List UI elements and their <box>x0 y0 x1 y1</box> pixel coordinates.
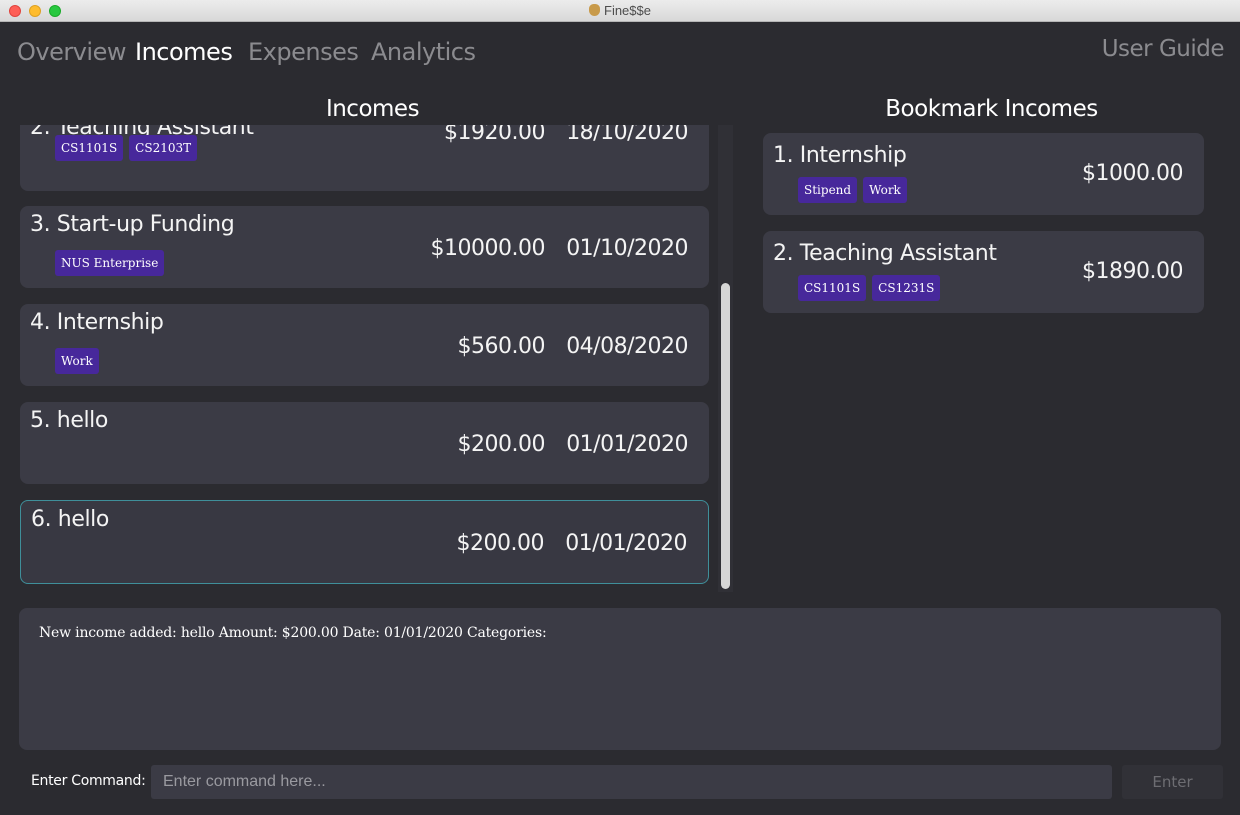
money-bag-icon <box>589 4 600 16</box>
income-name: 4. Internship <box>30 310 164 335</box>
income-amount: $1920.00 <box>444 125 545 145</box>
category-tag: Work <box>55 348 99 374</box>
income-tags: Work <box>55 348 99 374</box>
income-date: 01/01/2020 <box>566 432 688 457</box>
income-name: 6. hello <box>31 507 109 532</box>
income-amount: $200.00 <box>457 432 546 457</box>
window-title-text: Fine$$e <box>604 3 651 18</box>
incomes-scrollbar-thumb[interactable] <box>721 283 730 589</box>
tab-overview[interactable]: Overview <box>17 38 127 66</box>
bookmark-income-tags: CS1101S CS1231S <box>798 275 941 301</box>
income-date: 01/10/2020 <box>566 236 688 261</box>
bookmark-income-name: 1. Internship <box>773 143 907 168</box>
result-display: New income added: hello Amount: $200.00 … <box>19 608 1221 750</box>
bookmark-income-tags: Stipend Work <box>798 177 907 203</box>
title-bar: Fine$$e <box>0 0 1240 22</box>
category-tag: CS1231S <box>872 275 941 301</box>
category-tag: Work <box>863 177 907 203</box>
income-name: 3. Start-up Funding <box>30 212 235 237</box>
incomes-heading: Incomes <box>325 96 420 122</box>
category-tag: CS1101S <box>798 275 867 301</box>
income-tags: NUS Enterprise <box>55 250 165 276</box>
window-title: Fine$$e <box>0 3 1240 18</box>
income-card[interactable]: 5. hello $200.00 01/01/2020 <box>20 402 709 484</box>
result-message: New income added: hello Amount: $200.00 … <box>39 625 547 641</box>
enter-button[interactable]: Enter <box>1122 765 1223 799</box>
category-tag: Stipend <box>798 177 858 203</box>
income-name: 5. hello <box>30 408 108 433</box>
income-amount: $560.00 <box>457 334 546 359</box>
income-card-selected[interactable]: 6. hello $200.00 01/01/2020 <box>20 500 709 584</box>
income-card[interactable]: 2. Teaching Assistant CS1101S CS2103T $1… <box>20 125 709 191</box>
user-guide-button[interactable]: User Guide <box>1102 36 1225 62</box>
income-amount: $10000.00 <box>430 236 546 261</box>
income-card[interactable]: 4. Internship Work $560.00 04/08/2020 <box>20 304 709 386</box>
tab-analytics[interactable]: Analytics <box>371 38 476 66</box>
command-label: Enter Command: <box>31 773 146 789</box>
income-amount: $200.00 <box>456 531 545 556</box>
income-date: 18/10/2020 <box>566 125 688 145</box>
bookmark-income-amount: $1000.00 <box>1082 161 1183 186</box>
tab-incomes[interactable]: Incomes <box>135 38 233 66</box>
income-card[interactable]: 3. Start-up Funding NUS Enterprise $1000… <box>20 206 709 288</box>
income-date: 04/08/2020 <box>566 334 688 359</box>
command-input[interactable] <box>151 765 1112 799</box>
bookmark-income-amount: $1890.00 <box>1082 259 1183 284</box>
bookmark-income-name: 2. Teaching Assistant <box>773 241 997 266</box>
income-tags: CS1101S CS2103T <box>55 135 198 161</box>
bookmark-income-card[interactable]: 1. Internship Stipend Work $1000.00 <box>763 133 1204 215</box>
bookmark-income-card[interactable]: 2. Teaching Assistant CS1101S CS1231S $1… <box>763 231 1204 313</box>
category-tag: CS2103T <box>129 135 198 161</box>
incomes-list[interactable]: 2. Teaching Assistant CS1101S CS2103T $1… <box>20 125 710 593</box>
bookmark-incomes-heading: Bookmark Incomes <box>885 96 1098 122</box>
tab-expenses[interactable]: Expenses <box>248 38 359 66</box>
income-date: 01/01/2020 <box>565 531 687 556</box>
category-tag: CS1101S <box>55 135 124 161</box>
category-tag: NUS Enterprise <box>55 250 165 276</box>
